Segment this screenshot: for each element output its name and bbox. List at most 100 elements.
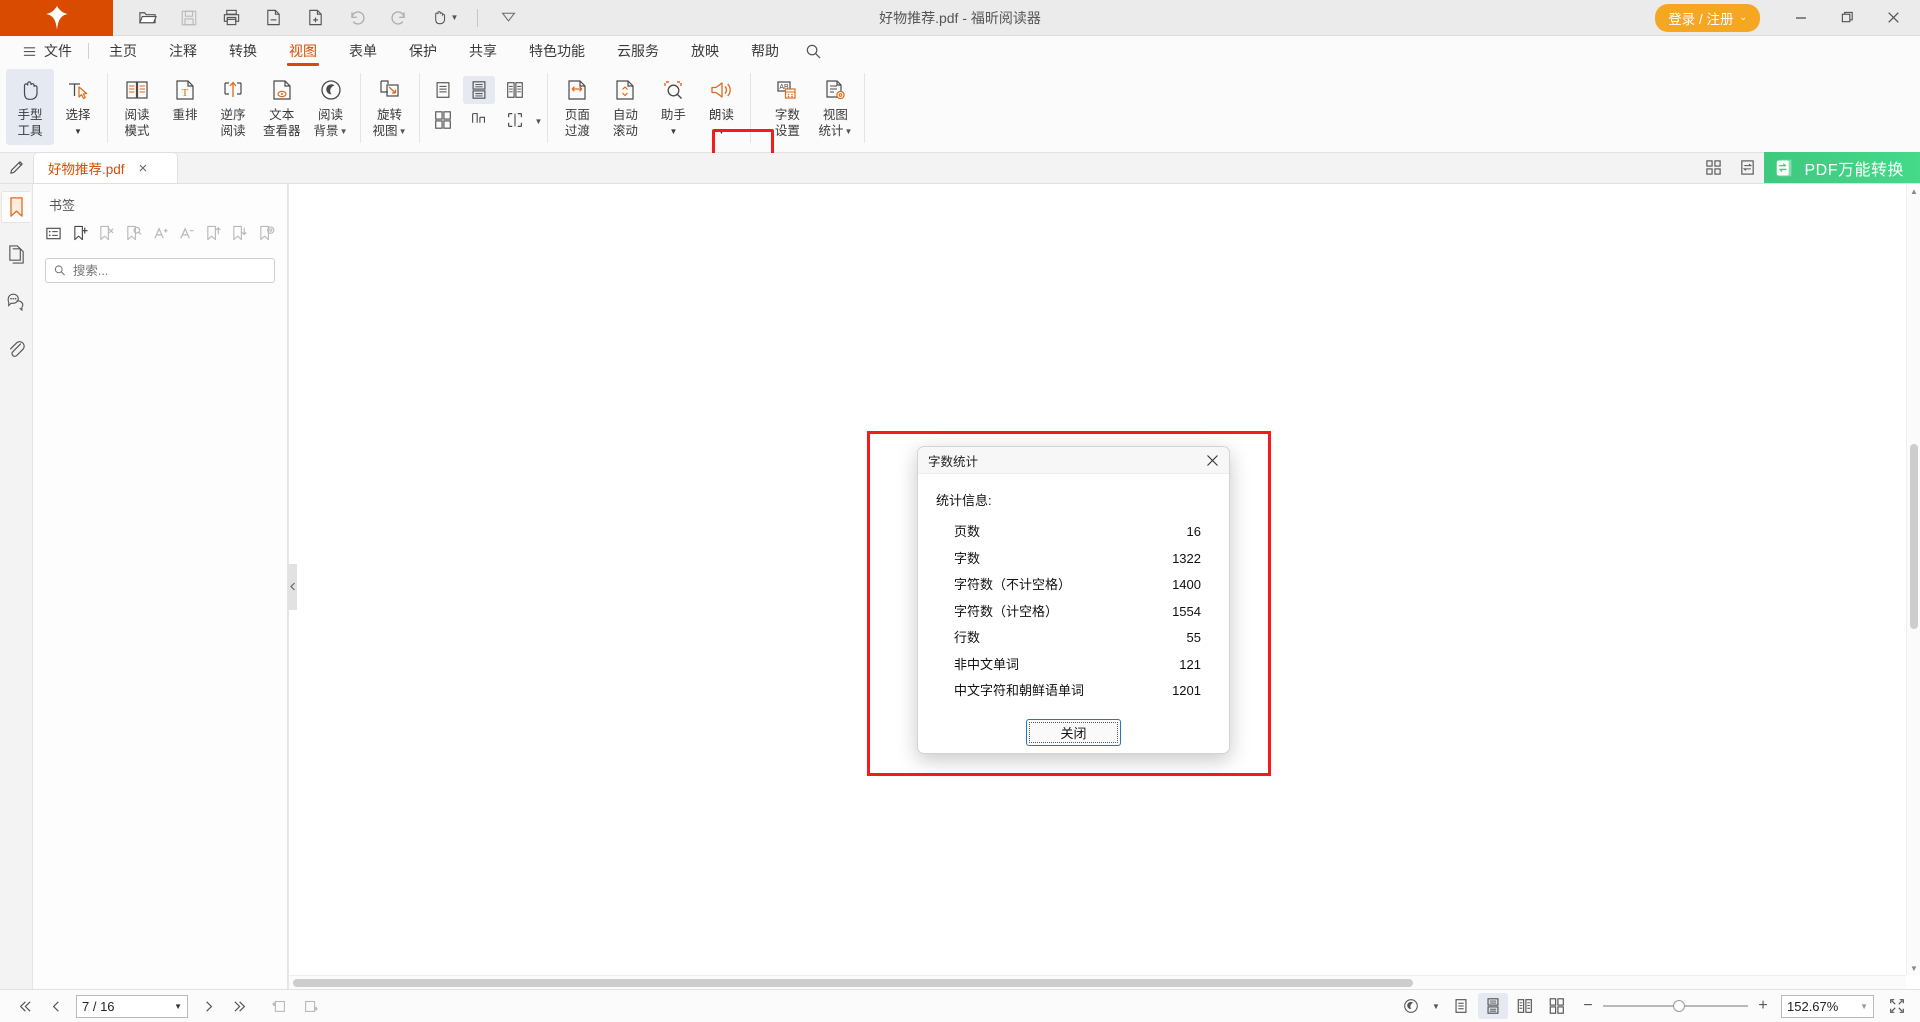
fullscreen-icon[interactable] xyxy=(1882,993,1912,1019)
panel-collapse-handle[interactable] xyxy=(288,564,297,610)
menu-item-help[interactable]: 帮助 xyxy=(735,36,795,66)
two-page-continuous-layout-icon[interactable] xyxy=(427,106,459,134)
dialog-close-icon[interactable] xyxy=(1195,447,1229,474)
edit-pencil-icon[interactable] xyxy=(0,152,33,183)
grid-view-icon[interactable] xyxy=(1696,152,1730,183)
horizontal-scrollbar[interactable] xyxy=(289,975,1906,989)
first-page-icon[interactable] xyxy=(8,993,38,1019)
page-number-input[interactable]: 7 / 16 ▼ xyxy=(76,995,188,1018)
menu-item-form[interactable]: 表单 xyxy=(333,36,393,66)
horizontal-scroll-thumb[interactable] xyxy=(293,979,1413,987)
vertical-scrollbar[interactable]: ▲ ▼ xyxy=(1906,184,1920,975)
expand-font-icon[interactable] xyxy=(147,220,173,246)
compare-icon[interactable] xyxy=(1730,152,1764,183)
shrink-font-icon[interactable] xyxy=(174,220,200,246)
zoom-slider-handle[interactable] xyxy=(1673,1000,1685,1012)
pdf-convert-button[interactable]: PDF万能转换 xyxy=(1764,152,1920,183)
next-page-icon[interactable] xyxy=(194,993,224,1019)
scroll-down-arrow[interactable]: ▼ xyxy=(1907,961,1920,975)
rotate-view-button[interactable]: 旋转 视图▼ xyxy=(366,69,414,145)
sidebar-item-pages[interactable] xyxy=(1,238,31,270)
chevron-down-icon[interactable]: ▼ xyxy=(174,1002,182,1011)
vertical-scroll-thumb[interactable] xyxy=(1910,444,1918,629)
two-page-status-icon[interactable] xyxy=(1510,993,1540,1019)
menu-item-cloud[interactable]: 云服务 xyxy=(601,36,675,66)
last-page-icon[interactable] xyxy=(226,993,256,1019)
text-viewer-button[interactable]: 文本 查看器 xyxy=(257,69,307,145)
menu-item-home[interactable]: 主页 xyxy=(93,36,153,66)
close-tab-icon[interactable]: × xyxy=(139,161,148,176)
hand-tool-icon[interactable]: ▼ xyxy=(423,4,465,32)
delete-bookmark-icon[interactable] xyxy=(94,220,120,246)
single-page-status-icon[interactable] xyxy=(1446,993,1476,1019)
find-bookmark-icon[interactable] xyxy=(121,220,147,246)
add-bookmark-icon[interactable] xyxy=(68,220,94,246)
move-bookmark-down-icon[interactable] xyxy=(227,220,253,246)
bookmark-list-icon[interactable] xyxy=(41,220,67,246)
zoom-out-button[interactable]: − xyxy=(1580,997,1596,1015)
view-settings-button[interactable]: 视图 统计▼ xyxy=(811,69,859,145)
prev-page-icon[interactable] xyxy=(40,993,70,1019)
new-page-icon[interactable] xyxy=(297,4,333,32)
reading-mode-button[interactable]: 阅读 模式 xyxy=(113,69,161,145)
redo-icon[interactable] xyxy=(381,4,417,32)
zoom-in-button[interactable]: + xyxy=(1755,997,1771,1015)
bookmark-search-input[interactable] xyxy=(73,264,266,278)
assistant-button[interactable]: 助手 ▼ xyxy=(649,69,697,145)
bookmark-properties-icon[interactable] xyxy=(254,220,280,246)
undo-icon[interactable] xyxy=(339,4,375,32)
read-aloud-button[interactable]: 朗读 ▼ xyxy=(697,69,745,145)
print-icon[interactable] xyxy=(213,4,249,32)
next-view-icon[interactable] xyxy=(296,993,326,1019)
menu-item-share[interactable]: 共享 xyxy=(453,36,513,66)
single-page-layout-icon[interactable] xyxy=(427,76,459,104)
minimize-button[interactable] xyxy=(1778,0,1824,36)
close-button[interactable] xyxy=(1870,0,1916,36)
auto-scroll-button[interactable]: 自动 滚动 xyxy=(601,69,649,145)
scroll-up-arrow[interactable]: ▲ xyxy=(1907,184,1920,198)
document-tab[interactable]: 好物推荐.pdf × xyxy=(33,152,178,183)
maximize-button[interactable] xyxy=(1824,0,1870,36)
zoom-slider-track[interactable] xyxy=(1603,1005,1748,1007)
save-icon[interactable] xyxy=(171,4,207,32)
page-layout-more-caret[interactable]: ▼ xyxy=(535,117,543,126)
menu-item-features[interactable]: 特色功能 xyxy=(513,36,601,66)
sidebar-item-bookmarks[interactable] xyxy=(1,191,31,223)
reflow-button[interactable]: T 重排 xyxy=(161,69,209,145)
copy-page-icon[interactable] xyxy=(255,4,291,32)
customize-qat-icon[interactable] xyxy=(490,4,526,32)
menu-item-protect[interactable]: 保护 xyxy=(393,36,453,66)
menu-item-presentation[interactable]: 放映 xyxy=(675,36,735,66)
select-tool-button[interactable]: 选择 ▼ xyxy=(54,69,102,145)
read-background-status-caret[interactable]: ▼ xyxy=(1428,993,1444,1019)
read-background-button[interactable]: 阅读 背景▼ xyxy=(307,69,355,145)
hand-tool-button[interactable]: 手型 工具 xyxy=(6,69,54,145)
open-file-icon[interactable] xyxy=(129,4,165,32)
continuous-page-layout-icon[interactable] xyxy=(463,76,495,104)
separate-cover-layout-icon[interactable] xyxy=(463,106,495,134)
page-transition-button[interactable]: 页面 过渡 xyxy=(553,69,601,145)
dialog-close-button[interactable]: 关闭 xyxy=(1026,719,1121,746)
chevron-down-icon[interactable]: ▼ xyxy=(1860,1002,1868,1011)
sidebar-item-attachments[interactable] xyxy=(1,332,31,364)
menu-item-convert[interactable]: 转换 xyxy=(213,36,273,66)
menu-item-comment[interactable]: 注释 xyxy=(153,36,213,66)
reverse-read-button[interactable]: 逆序 阅读 xyxy=(209,69,257,145)
zoom-slider[interactable]: − + xyxy=(1580,997,1771,1015)
two-page-continuous-status-icon[interactable] xyxy=(1542,993,1572,1019)
bookmark-search-box[interactable] xyxy=(45,258,275,283)
previous-view-icon[interactable] xyxy=(264,993,294,1019)
login-register-button[interactable]: 登录 / 注册 ⌄ xyxy=(1655,4,1760,32)
two-page-layout-icon[interactable] xyxy=(499,76,531,104)
split-view-icon[interactable] xyxy=(499,106,531,134)
page-canvas[interactable]: 字数统计 统计信息: 页数 16 字数 1322 xyxy=(289,184,1920,975)
read-background-status-icon[interactable] xyxy=(1396,993,1426,1019)
word-count-button[interactable]: AB 字数 设置 xyxy=(763,69,811,145)
search-icon[interactable] xyxy=(795,43,832,60)
zoom-level-input[interactable]: 152.67% ▼ xyxy=(1781,995,1874,1018)
move-bookmark-up-icon[interactable] xyxy=(200,220,226,246)
continuous-page-status-icon[interactable] xyxy=(1478,993,1508,1019)
menu-item-view[interactable]: 视图 xyxy=(273,36,333,66)
sidebar-item-comments[interactable] xyxy=(1,285,31,317)
menu-item-file[interactable]: 文件 xyxy=(10,36,84,66)
